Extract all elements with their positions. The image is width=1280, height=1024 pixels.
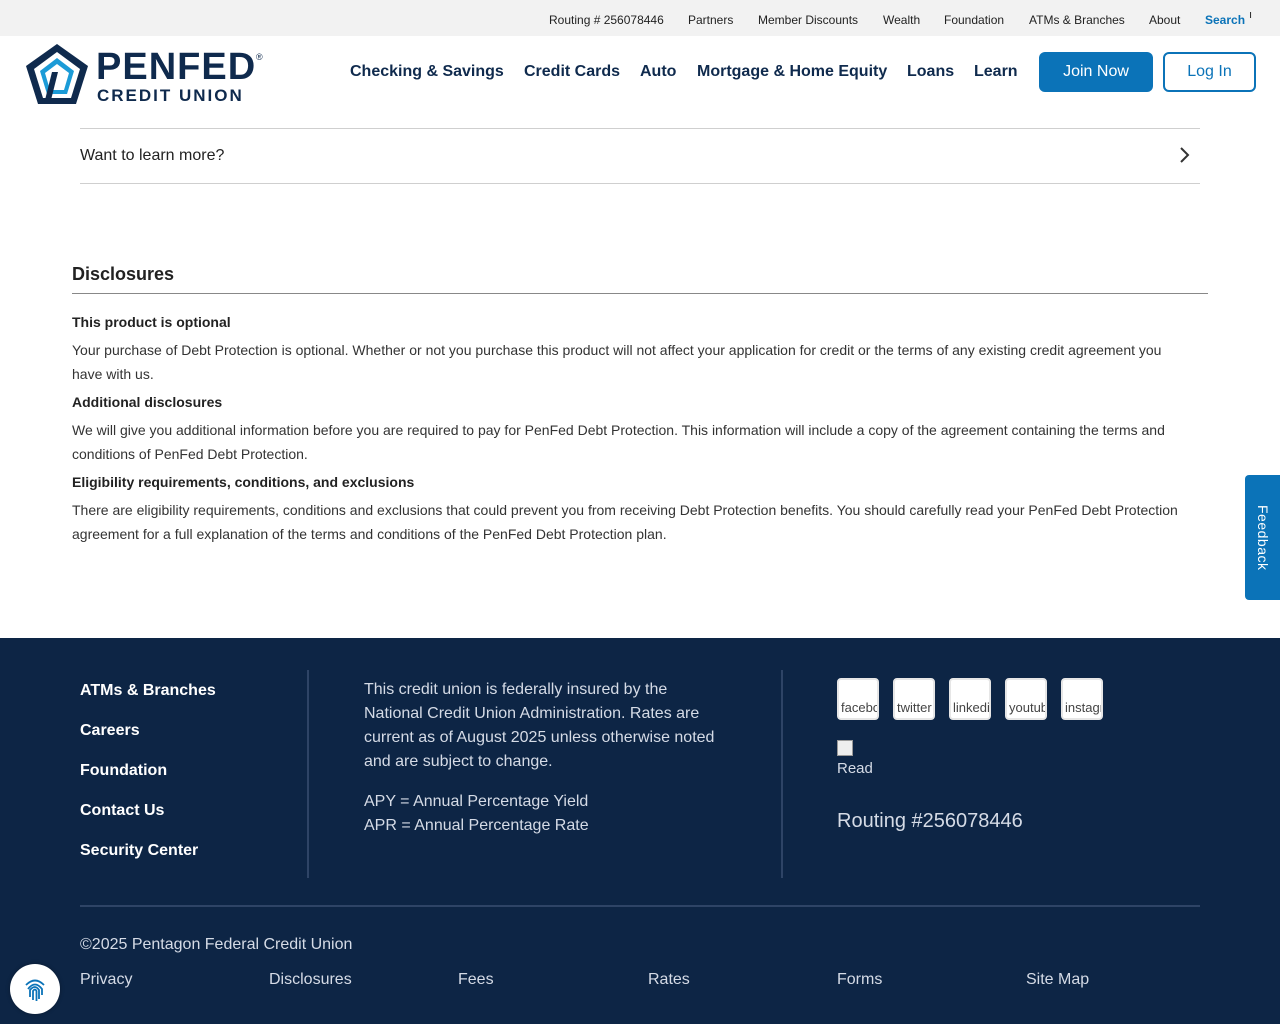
disclosures-body: This product is optional Your purchase o… bbox=[72, 308, 1182, 558]
utility-link-about[interactable]: About bbox=[1149, 13, 1180, 27]
insurance-text: This credit union is federally insured b… bbox=[364, 681, 715, 770]
main-header: PENFED ® CREDIT UNION Checking & Savings… bbox=[0, 36, 1280, 110]
fingerprint-button[interactable] bbox=[10, 964, 60, 1014]
accordion-want-to-learn-more[interactable]: Want to learn more? bbox=[80, 128, 1200, 184]
feedback-tab[interactable]: Feedback bbox=[1245, 475, 1280, 600]
read-alt-text: Read bbox=[837, 760, 873, 777]
footer-link-atms-branches[interactable]: ATMs & Branches bbox=[80, 682, 216, 700]
twitter-alt-text: twitter bbox=[897, 700, 932, 715]
utility-link-foundation[interactable]: Foundation bbox=[944, 13, 1004, 27]
disclosure-heading: Eligibility requirements, conditions, an… bbox=[72, 474, 415, 490]
footer-bottom-fees[interactable]: Fees bbox=[458, 971, 494, 989]
footer-link-foundation[interactable]: Foundation bbox=[80, 762, 167, 780]
join-now-button[interactable]: Join Now bbox=[1039, 52, 1153, 92]
footer-bottom-disclosures[interactable]: Disclosures bbox=[269, 971, 352, 989]
fingerprint-icon bbox=[25, 979, 45, 1001]
penfed-logo[interactable]: PENFED ® CREDIT UNION bbox=[24, 42, 266, 106]
pentagon-logo-icon bbox=[26, 44, 88, 104]
instagram-alt-text: instagram bbox=[1065, 700, 1101, 715]
apy-definition: APY = Annual Percentage Yield bbox=[364, 793, 589, 810]
utility-bar: Routing # 256078446 Partners Member Disc… bbox=[0, 0, 1280, 36]
nav-mortgage-home-equity[interactable]: Mortgage & Home Equity bbox=[697, 63, 887, 81]
footer: ATMs & Branches Careers Foundation Conta… bbox=[0, 638, 1280, 1024]
disclosure-heading: Additional disclosures bbox=[72, 394, 223, 410]
footer-divider bbox=[781, 670, 783, 878]
apr-definition: APR = Annual Percentage Rate bbox=[364, 817, 589, 834]
instagram-icon[interactable]: instagram bbox=[1061, 678, 1103, 720]
disclosure-text: There are eligibility requirements, cond… bbox=[72, 502, 1178, 542]
copyright: ©2025 Pentagon Federal Credit Union bbox=[80, 936, 353, 953]
search-button[interactable]: Search bbox=[1205, 13, 1245, 27]
chevron-right-icon bbox=[1180, 147, 1190, 163]
footer-rule bbox=[80, 905, 1200, 907]
disclosure-text: Your purchase of Debt Protection is opti… bbox=[72, 342, 1162, 382]
footer-bottom-privacy[interactable]: Privacy bbox=[80, 971, 132, 989]
footer-link-security-center[interactable]: Security Center bbox=[80, 842, 198, 860]
footer-link-contact-us[interactable]: Contact Us bbox=[80, 802, 164, 820]
accordion-label: Want to learn more? bbox=[80, 147, 225, 164]
disclosures-title: Disclosures bbox=[72, 264, 175, 284]
footer-bottom-rates[interactable]: Rates bbox=[648, 971, 690, 989]
broken-image-icon bbox=[837, 740, 853, 756]
utility-link-wealth[interactable]: Wealth bbox=[883, 13, 920, 27]
nav-learn[interactable]: Learn bbox=[974, 63, 1018, 81]
disclosure-heading: This product is optional bbox=[72, 314, 231, 330]
logo-fed-text: FED bbox=[177, 46, 257, 88]
footer-routing-number: Routing #256078446 bbox=[837, 810, 1023, 832]
linkedin-alt-text: linkedin bbox=[953, 700, 990, 715]
read-badge-image[interactable]: Read bbox=[837, 740, 877, 780]
footer-link-careers[interactable]: Careers bbox=[80, 722, 140, 740]
utility-link-atms-branches[interactable]: ATMs & Branches bbox=[1029, 13, 1125, 27]
facebook-icon[interactable]: facebook bbox=[837, 678, 879, 720]
twitter-icon[interactable]: twitter bbox=[893, 678, 935, 720]
facebook-alt-text: facebook bbox=[841, 700, 879, 715]
footer-bottom-site-map[interactable]: Site Map bbox=[1026, 971, 1089, 989]
disclosure-text: We will give you additional information … bbox=[72, 422, 1165, 462]
logo-credit-union-text: CREDIT UNION bbox=[97, 86, 244, 105]
disclosures-divider bbox=[72, 293, 1208, 294]
footer-bottom-forms[interactable]: Forms bbox=[837, 971, 882, 989]
nav-loans[interactable]: Loans bbox=[907, 63, 954, 81]
feedback-label: Feedback bbox=[1255, 505, 1271, 571]
utility-link-partners[interactable]: Partners bbox=[688, 13, 733, 27]
utility-routing: Routing # 256078446 bbox=[549, 13, 664, 27]
linkedin-icon[interactable]: linkedin bbox=[949, 678, 991, 720]
utility-link-member-discounts[interactable]: Member Discounts bbox=[758, 13, 858, 27]
footer-divider bbox=[307, 670, 309, 878]
logo-pen-text: PEN bbox=[96, 46, 178, 88]
search-icon[interactable]: ᑊ bbox=[1249, 9, 1252, 27]
youtube-icon[interactable]: youtube bbox=[1005, 678, 1047, 720]
logo-wordmark: PENFED bbox=[96, 46, 256, 89]
logo-registered-mark: ® bbox=[256, 52, 263, 62]
nav-checking-savings[interactable]: Checking & Savings bbox=[350, 63, 504, 81]
youtube-alt-text: youtube bbox=[1009, 700, 1045, 715]
nav-credit-cards[interactable]: Credit Cards bbox=[524, 63, 620, 81]
nav-auto[interactable]: Auto bbox=[640, 63, 676, 81]
log-in-button[interactable]: Log In bbox=[1163, 52, 1256, 92]
